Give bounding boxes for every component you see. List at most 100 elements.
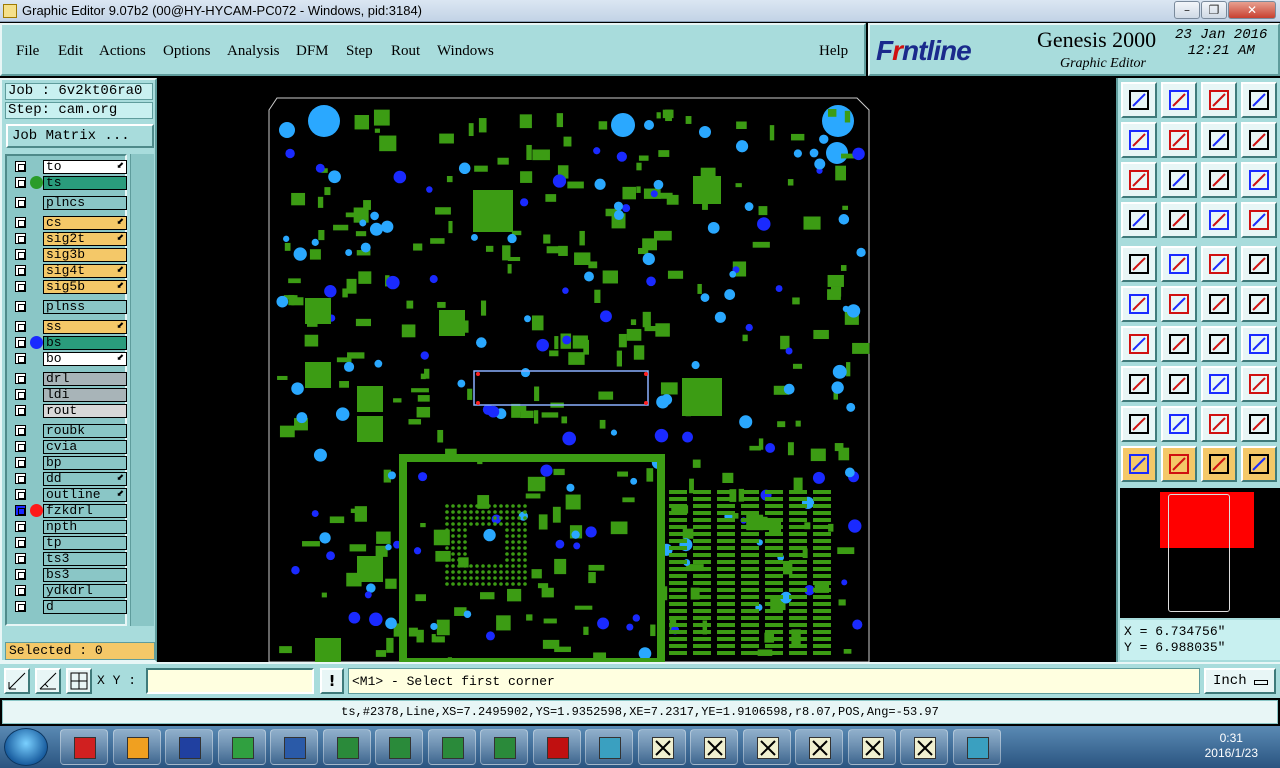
- layer-name[interactable]: cs ⬋: [43, 216, 127, 230]
- layer-name[interactable]: fzkdrl: [43, 504, 127, 518]
- layer-name[interactable]: cvia: [43, 440, 127, 454]
- lasso-icon[interactable]: [1201, 446, 1237, 482]
- layer-row-npth[interactable]: npth: [9, 520, 127, 534]
- menu-rout[interactable]: Rout: [391, 43, 420, 60]
- layer-scrollbar[interactable]: [130, 154, 154, 626]
- layer-row-bs3[interactable]: bs3: [9, 568, 127, 582]
- undo-icon[interactable]: [1201, 326, 1237, 362]
- taskbar-ge4[interactable]: [795, 729, 843, 765]
- layer-row-ts3[interactable]: ts3: [9, 552, 127, 566]
- taskbar-ge1[interactable]: [637, 729, 686, 765]
- record-icon[interactable]: [1241, 246, 1277, 282]
- taskbar-pdf[interactable]: [532, 729, 581, 765]
- taskbar-ge2[interactable]: [690, 729, 738, 765]
- zoom-out-icon[interactable]: [1161, 122, 1197, 158]
- layer-row-fzkdrl[interactable]: fzkdrl: [9, 504, 127, 518]
- taskbar-app-p[interactable]: [217, 729, 266, 765]
- zoom-in-icon[interactable]: [1121, 122, 1157, 158]
- save-icon[interactable]: [1161, 82, 1197, 118]
- grid-toggle-icon[interactable]: [1161, 202, 1197, 238]
- layer-name[interactable]: bp: [43, 456, 127, 470]
- job-matrix-button[interactable]: Job Matrix ...: [6, 124, 154, 148]
- reset-icon[interactable]: [1121, 82, 1157, 118]
- close-button[interactable]: ✕: [1228, 1, 1276, 19]
- taskbar-ge3[interactable]: [742, 729, 791, 765]
- measure-icon[interactable]: [1201, 246, 1237, 282]
- net-icon[interactable]: [1121, 286, 1157, 322]
- layer-name[interactable]: to ⬋: [43, 160, 127, 174]
- layer-row-ts[interactable]: ts: [9, 176, 127, 190]
- mirror-icon[interactable]: [1161, 246, 1197, 282]
- taskbar-save[interactable]: [165, 729, 213, 765]
- layer-row-cs[interactable]: cs ⬋: [9, 216, 127, 230]
- pcb-view[interactable]: [157, 78, 1116, 662]
- layer-checkbox[interactable]: [15, 301, 26, 312]
- graph-icon[interactable]: [1201, 202, 1237, 238]
- snap-mode-icon[interactable]: [4, 668, 30, 694]
- taskbar-eye2[interactable]: [952, 729, 1001, 765]
- menu-dfm[interactable]: DFM: [296, 43, 329, 60]
- home-icon[interactable]: [1201, 82, 1237, 118]
- select-c-icon[interactable]: [1241, 406, 1277, 442]
- taskbar-excel[interactable]: [480, 729, 528, 765]
- layer-name[interactable]: sig2t ⬋: [43, 232, 127, 246]
- pad-icon[interactable]: [1121, 366, 1157, 402]
- layer-row-ydkdrl[interactable]: ydkdrl: [9, 584, 127, 598]
- layer-name[interactable]: bs3: [43, 568, 127, 582]
- select-a-icon[interactable]: [1161, 406, 1197, 442]
- overview-map[interactable]: [1120, 488, 1280, 618]
- layer-row-bo[interactable]: bo ⬋: [9, 352, 127, 366]
- pointer-icon[interactable]: [1121, 446, 1157, 482]
- line-icon[interactable]: [1121, 326, 1157, 362]
- layer-checkbox[interactable]: [15, 569, 26, 580]
- menu-analysis[interactable]: Analysis: [227, 43, 280, 60]
- layer-name[interactable]: sig3b: [43, 248, 127, 262]
- query-icon[interactable]: [1241, 162, 1277, 198]
- angle-mode-icon[interactable]: [35, 668, 61, 694]
- taskbar-eye[interactable]: [585, 729, 633, 765]
- layer-checkbox[interactable]: [15, 553, 26, 564]
- layer-name[interactable]: plnss: [43, 300, 127, 314]
- split-icon[interactable]: [1241, 326, 1277, 362]
- layer-row-plncs[interactable]: plncs: [9, 196, 127, 210]
- layer-checkbox[interactable]: [15, 585, 26, 596]
- layer-name[interactable]: ts3: [43, 552, 127, 566]
- layer-row-cvia[interactable]: cvia: [9, 440, 127, 454]
- delete-icon[interactable]: [1161, 286, 1197, 322]
- layer-checkbox[interactable]: [15, 473, 26, 484]
- route-icon[interactable]: [1241, 446, 1277, 482]
- snap-icon[interactable]: [1121, 202, 1157, 238]
- graphic-canvas[interactable]: [157, 78, 1116, 662]
- taskbar-ge6[interactable]: [900, 729, 948, 765]
- edit-line-icon[interactable]: [1161, 366, 1197, 402]
- layer-checkbox[interactable]: [15, 457, 26, 468]
- layer-name[interactable]: npth: [43, 520, 127, 534]
- grid-icon[interactable]: [1241, 82, 1277, 118]
- layer-checkbox[interactable]: [15, 489, 26, 500]
- graph-alt-icon[interactable]: [1241, 202, 1277, 238]
- move-icon[interactable]: [1201, 286, 1237, 322]
- layer-name[interactable]: dd ⬋: [43, 472, 127, 486]
- units-select[interactable]: Inch: [1204, 668, 1276, 694]
- layer-row-sig5b[interactable]: sig5b ⬋: [9, 280, 127, 294]
- layer-row-outline[interactable]: outline ⬋: [9, 488, 127, 502]
- layer-checkbox[interactable]: [15, 373, 26, 384]
- feature-icon[interactable]: [1121, 246, 1157, 282]
- layer-checkbox[interactable]: [15, 281, 26, 292]
- layer-row-sig3b[interactable]: sig3b: [9, 248, 127, 262]
- layer-checkbox[interactable]: [15, 337, 26, 348]
- layer-name[interactable]: plncs: [43, 196, 127, 210]
- system-clock[interactable]: 0:31 2016/1/23: [1205, 731, 1258, 761]
- layer-name[interactable]: d: [43, 600, 127, 614]
- swap-icon[interactable]: [1201, 122, 1237, 158]
- layer-row-d[interactable]: d: [9, 600, 127, 614]
- layer-name[interactable]: tp: [43, 536, 127, 550]
- layer-row-ss[interactable]: ss ⬋: [9, 320, 127, 334]
- layer-checkbox[interactable]: [15, 505, 26, 516]
- minimize-button[interactable]: –: [1174, 1, 1200, 19]
- menu-actions[interactable]: Actions: [99, 43, 146, 60]
- taskbar-excel[interactable]: [375, 729, 423, 765]
- layer-name[interactable]: rout: [43, 404, 127, 418]
- layer-row-bp[interactable]: bp: [9, 456, 127, 470]
- layer-checkbox[interactable]: [15, 321, 26, 332]
